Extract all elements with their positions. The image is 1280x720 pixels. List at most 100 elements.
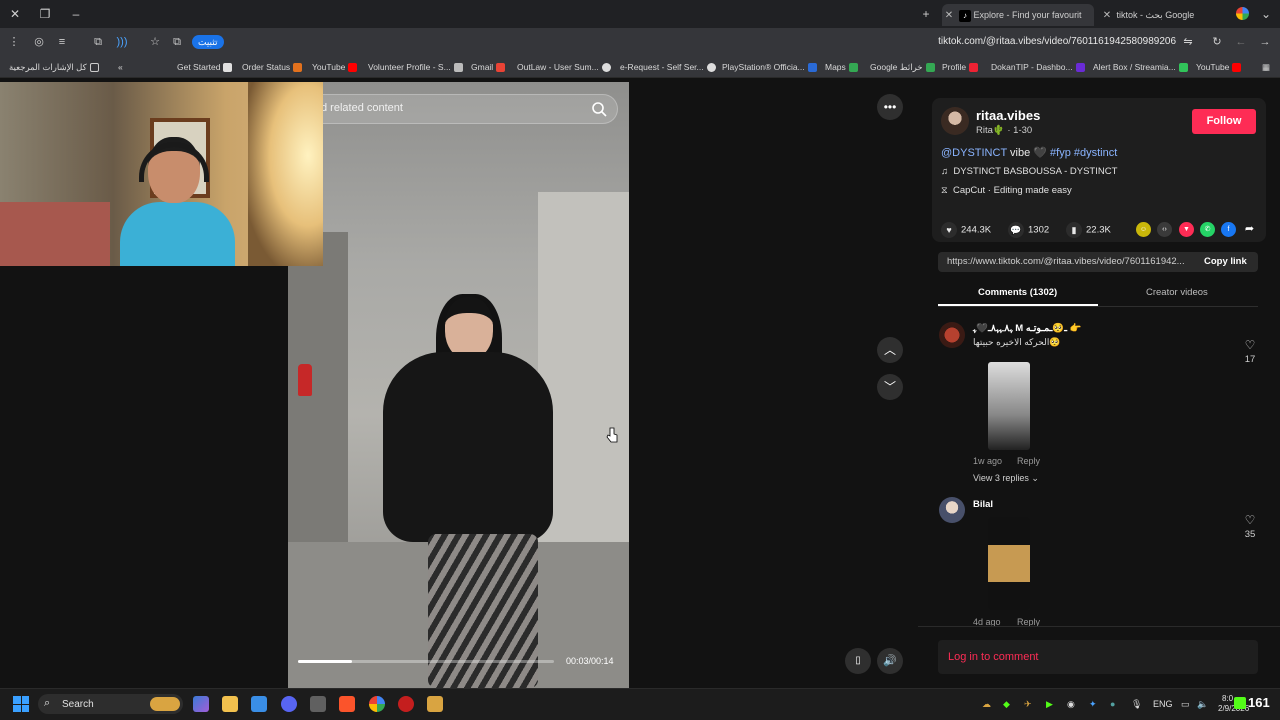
minimize-window-icon[interactable]: –: [68, 6, 84, 22]
search-icon[interactable]: [590, 100, 608, 118]
video-link[interactable]: https://www.tiktok.com/@ritaa.vibes/vide…: [947, 256, 1193, 267]
new-tab-icon[interactable]: +: [918, 6, 934, 22]
discord-icon[interactable]: [281, 696, 297, 712]
comment-like-icon[interactable]: ♡: [1242, 338, 1258, 352]
back-icon[interactable]: →: [1257, 34, 1273, 50]
username[interactable]: ritaa.vibes: [976, 108, 1040, 123]
install-app-button[interactable]: تثبيت: [192, 35, 224, 49]
tab-search-icon[interactable]: ⌄: [1258, 6, 1274, 22]
bookmark-item[interactable]: DokanTIP - Dashbo...: [991, 61, 1085, 73]
tray-app-icon[interactable]: ◉: [1067, 699, 1075, 710]
language-indicator[interactable]: ENG: [1153, 699, 1173, 709]
close-tab-icon[interactable]: ✕: [1100, 5, 1114, 26]
tab-creator-videos[interactable]: Creator videos: [1146, 287, 1208, 298]
share-friends-icon[interactable]: ☺: [1136, 222, 1151, 237]
music-link[interactable]: ♫ DYSTINCT BASBOUSSA - DYSTINCT: [941, 166, 1117, 177]
video-player[interactable]: [288, 82, 629, 688]
comment-image[interactable]: [988, 517, 1030, 610]
network-icon[interactable]: ▭: [1181, 699, 1190, 710]
tray-app-icon[interactable]: ◆: [1003, 699, 1010, 710]
bookmark-item[interactable]: Get Started: [177, 61, 233, 73]
reply-button[interactable]: Reply: [1017, 456, 1040, 466]
tray-weather-icon[interactable]: ☁: [982, 699, 991, 710]
windows-start-icon[interactable]: [13, 696, 29, 712]
brave-icon[interactable]: [339, 696, 355, 712]
volume-icon[interactable]: 🔈: [1197, 699, 1208, 710]
site-settings-icon[interactable]: ⇋: [1180, 34, 1196, 50]
bookmark-item[interactable]: Alert Box / Streamia...: [1093, 61, 1188, 73]
chevron-down-icon[interactable]: ﹀: [877, 374, 903, 400]
share-icon[interactable]: ⧉: [169, 34, 185, 50]
chrome-icon[interactable]: [369, 696, 385, 712]
microphone-icon[interactable]: 🎙: [1131, 699, 1142, 710]
store-icon[interactable]: [251, 696, 267, 712]
extensions-puzzle-icon[interactable]: ⧉: [90, 34, 106, 50]
hashtag-links[interactable]: #fyp #dystinct: [1050, 147, 1117, 159]
tab-tiktok-explore[interactable]: ✕ ♪ Explore - Find your favourit: [942, 4, 1094, 26]
obs-icon[interactable]: [398, 696, 414, 712]
bookmark-all[interactable]: كل الإشارات المرجعية: [9, 61, 99, 73]
clock-time[interactable]: 8:0: [1222, 694, 1233, 703]
mention-link[interactable]: @DYSTINCT: [941, 147, 1007, 159]
whatsapp-icon[interactable]: ✆: [1200, 222, 1215, 237]
reading-list-icon[interactable]: ≡: [54, 34, 70, 50]
google-profile-icon[interactable]: [1236, 7, 1249, 20]
capcut-link[interactable]: ⧖ CapCut · Editing made easy: [941, 185, 1072, 196]
bookmark-item[interactable]: Gmail: [471, 61, 506, 73]
bookmark-item[interactable]: Profile: [942, 61, 979, 73]
embed-icon[interactable]: ‹›: [1157, 222, 1172, 237]
menu-dots-icon[interactable]: ⋮: [6, 34, 22, 50]
bookmark-item[interactable]: PlayStation® Officia...: [722, 61, 817, 73]
more-options-icon[interactable]: •••: [877, 94, 903, 120]
follow-button[interactable]: Follow: [1192, 109, 1256, 134]
bookmark-star-icon[interactable]: ☆: [147, 34, 163, 50]
login-to-comment-link[interactable]: Log in to comment: [948, 651, 1039, 663]
tray-app-icon[interactable]: ●: [1110, 699, 1115, 709]
address-bar[interactable]: tiktok.com/@ritaa.vibes/video/7601161942…: [900, 34, 1176, 50]
bookmark-item[interactable]: Google خرائط: [870, 61, 935, 73]
bookmark-item[interactable]: YouTube: [1196, 61, 1242, 73]
cast-icon[interactable]: ))): [114, 34, 130, 50]
forward-icon[interactable]: ←: [1233, 34, 1249, 50]
app-icon[interactable]: [310, 696, 326, 712]
tab-google-search[interactable]: ✕ tiktok - بحث Google: [1100, 4, 1210, 26]
copilot-icon[interactable]: [193, 696, 209, 712]
copy-link-button[interactable]: Copy link: [1204, 256, 1247, 267]
view-replies-button[interactable]: View 3 replies ⌄: [973, 473, 1039, 484]
bookmark-item[interactable]: OutLaw - User Sum...: [517, 61, 611, 73]
mini-player-icon[interactable]: ▯: [845, 648, 871, 674]
like-button[interactable]: ♥ 244.3K: [941, 222, 991, 238]
bookmark-item[interactable]: Maps: [825, 61, 858, 73]
comment-author[interactable]: ﮩ٨ـﮩﮩ٨ـ🖤ﮩ M ـ🥺ـمـوتـه 👉: [973, 323, 1081, 334]
bookmark-item[interactable]: Volunteer Profile - S...: [368, 61, 463, 73]
file-explorer-icon[interactable]: [222, 696, 238, 712]
bookmark-item[interactable]: Order Status: [242, 61, 303, 73]
comment-image[interactable]: [988, 362, 1030, 450]
chevron-left-icon[interactable]: «: [118, 61, 123, 73]
comment-author[interactable]: Bilal: [973, 499, 993, 510]
comment-avatar[interactable]: [939, 497, 965, 523]
facebook-icon[interactable]: f: [1221, 222, 1236, 237]
extension-icon[interactable]: ◎: [31, 34, 47, 50]
chevron-up-icon[interactable]: ︿: [877, 337, 903, 363]
comment-avatar[interactable]: [939, 322, 965, 348]
comment-button[interactable]: 💬 1302: [1008, 222, 1049, 238]
tray-app-icon[interactable]: ✦: [1089, 699, 1097, 710]
avatar[interactable]: [941, 107, 969, 135]
bookmark-item[interactable]: e-Request - Self Ser...: [620, 61, 716, 73]
tray-app-icon[interactable]: ✈: [1024, 699, 1032, 710]
restore-window-icon[interactable]: ❐: [37, 6, 53, 22]
bookmark-item[interactable]: YouTube: [312, 61, 358, 73]
apps-grid-icon[interactable]: ▦: [1262, 61, 1270, 73]
app-icon[interactable]: [427, 696, 443, 712]
tab-comments[interactable]: Comments (1302): [978, 287, 1057, 298]
tray-play-icon[interactable]: ▶: [1046, 699, 1053, 710]
comment-like-icon[interactable]: ♡: [1242, 513, 1258, 527]
close-window-icon[interactable]: ✕: [7, 6, 23, 22]
volume-icon[interactable]: 🔊: [877, 648, 903, 674]
send-icon[interactable]: ▼: [1179, 222, 1194, 237]
save-button[interactable]: ▮ 22.3K: [1066, 222, 1111, 238]
close-tab-icon[interactable]: ✕: [942, 5, 956, 26]
share-arrow-icon[interactable]: ➦: [1242, 222, 1257, 237]
reload-icon[interactable]: ↻: [1209, 34, 1225, 50]
